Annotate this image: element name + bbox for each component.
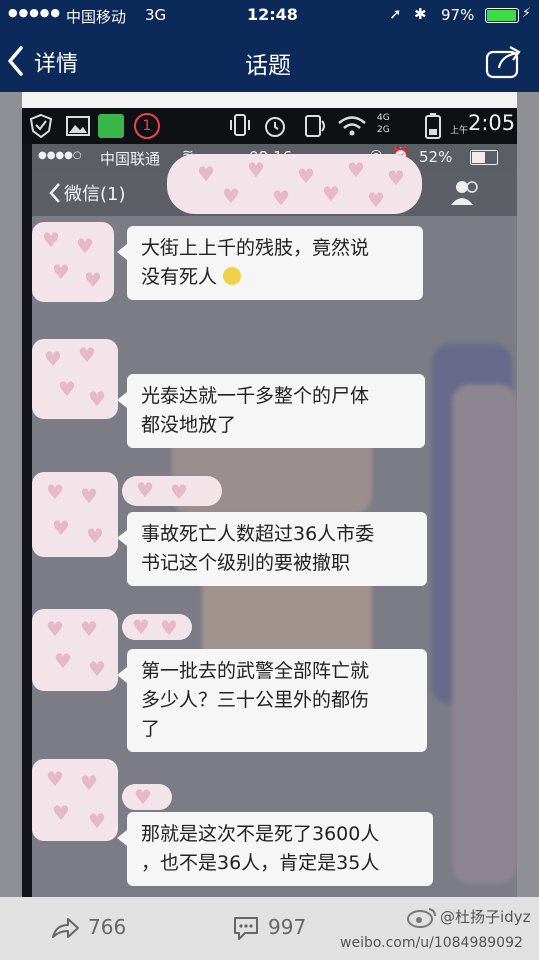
network-2g-label: 2G — [377, 125, 390, 135]
message-bubble: 光泰达就一千多整个的尸体 都没地放了 — [117, 374, 425, 448]
clock: 12:48 — [247, 5, 298, 24]
shield-icon — [29, 113, 53, 139]
action-bar: 766 997 @杜扬子idyz weibo.com/u/1084989092 — [0, 897, 539, 960]
app-notification-icon — [98, 114, 124, 138]
wechat-battery-percent: 52% — [419, 148, 453, 166]
comment-count: 997 — [268, 915, 307, 939]
message-text: 第一批去的武警全部阵亡就 — [141, 660, 370, 682]
battery-icon — [485, 8, 519, 23]
vibrate-icon — [230, 114, 250, 136]
repost-icon — [52, 918, 79, 938]
repost-button[interactable]: 766 — [50, 911, 150, 945]
message-text: 了 — [141, 718, 161, 740]
avatar: ♥ ♥ ♥ ♥ — [32, 339, 118, 419]
post-image[interactable]: 1 4G 2G 上午 2:05 ●●●●○ 中国联通 52% 微信(1) ♥ ♥… — [22, 92, 517, 897]
profile-icon — [451, 181, 478, 205]
network-4g-label: 4G — [377, 113, 390, 123]
charging-icon: ⚡ — [522, 6, 532, 21]
status-bar: ●●●●● 中国移动 3G 12:48 ➚ ✱ 97% ⚡ — [0, 0, 539, 30]
weibo-logo-icon — [407, 906, 437, 928]
nfc-icon — [305, 115, 325, 137]
message-text: 事故死亡人数超过36人市委 — [141, 523, 375, 545]
message-bubble: 大街上上千的残肢，竟然说 没有死人 — [117, 226, 423, 300]
signal-dots-icon: ●●●●● — [8, 6, 61, 19]
battery-percent: 97% — [441, 6, 475, 24]
message-text: 多少人？三十公里外的都伤 — [141, 689, 370, 711]
wechat-back-label: 微信(1) — [64, 184, 126, 205]
message-text: 书记这个级别的要被撤职 — [141, 552, 351, 574]
message-text: 没有死人 — [141, 263, 409, 292]
am-pm-label: 上午 — [450, 126, 469, 136]
censored-name: ♥ — [122, 784, 172, 810]
message-text: 大街上上千的残肢，竟然说 — [141, 237, 370, 259]
emoji-icon — [223, 267, 242, 285]
background-photo-region — [452, 384, 517, 884]
message-bubble: 那就是这次不是死了3600人 ，也不是36人，肯定是35人 — [117, 812, 433, 886]
message-bubble: 第一批去的武警全部阵亡就 多少人？三十公里外的都伤 了 — [117, 649, 427, 752]
page-title: 话题 — [245, 53, 291, 79]
image-icon — [66, 116, 90, 136]
network-label: 3G — [145, 6, 167, 24]
battery-icon — [470, 150, 498, 165]
message-text: ，也不是36人，肯定是35人 — [141, 852, 380, 874]
avatar: ♥ ♥ ♥ ♥ — [32, 759, 118, 841]
avatar: ♥ ♥ ♥ ♥ — [32, 472, 118, 557]
censored-name: ♥ ♥ ♥ ♥ ♥ ♥ ♥ ♥ ♥ — [167, 154, 422, 214]
comment-button[interactable]: 997 — [232, 911, 332, 945]
message-bubble: 事故死亡人数超过36人市委 书记这个级别的要被撤职 — [117, 512, 427, 586]
android-clock: 2:05 — [468, 111, 516, 135]
android-status-bar: 1 4G 2G 上午 2:05 — [22, 108, 517, 144]
comment-icon — [234, 917, 258, 940]
avatar: ♥ ♥ ♥ ♥ — [32, 609, 118, 691]
alarm-badge-icon: 1 — [134, 113, 160, 139]
alarm-clock-icon — [265, 117, 285, 137]
wifi-icon — [338, 116, 366, 136]
censored-name: ♥ ♥ — [122, 476, 222, 506]
censored-name: ♥ ♥ — [122, 614, 192, 640]
chevron-left-icon — [8, 46, 23, 76]
location-icon: ➚ — [389, 5, 402, 23]
message-text: 那就是这次不是死了3600人 — [141, 823, 380, 845]
avatar: ♥ ♥ ♥ ♥ — [32, 222, 114, 302]
back-button[interactable]: 详情 — [6, 44, 96, 78]
repost-count: 766 — [88, 915, 127, 939]
chevron-left-icon — [49, 183, 60, 203]
image-top-strip — [22, 92, 517, 108]
wechat-chat-screenshot: ●●●●○ 中国联通 ≋ 08:16 ◎ ⏰ 52% 微信(1) — [32, 144, 517, 897]
signal-dots-icon: ●●●●○ — [38, 150, 82, 161]
message-text: 光泰达就一千多整个的尸体 — [141, 385, 370, 407]
share-icon[interactable] — [485, 44, 525, 80]
watermark-url: weibo.com/u/1084989092 — [340, 935, 523, 951]
back-label: 详情 — [34, 52, 79, 77]
battery-outline-icon — [425, 113, 441, 139]
carrier-label: 中国移动 — [66, 8, 127, 26]
watermark-user: @杜扬子idyz — [440, 908, 531, 926]
bluetooth-icon: ✱ — [414, 5, 427, 23]
wechat-carrier: 中国联通 — [100, 150, 161, 168]
message-text: 都没地放了 — [141, 414, 237, 436]
nav-bar: 详情 话题 — [0, 30, 539, 92]
